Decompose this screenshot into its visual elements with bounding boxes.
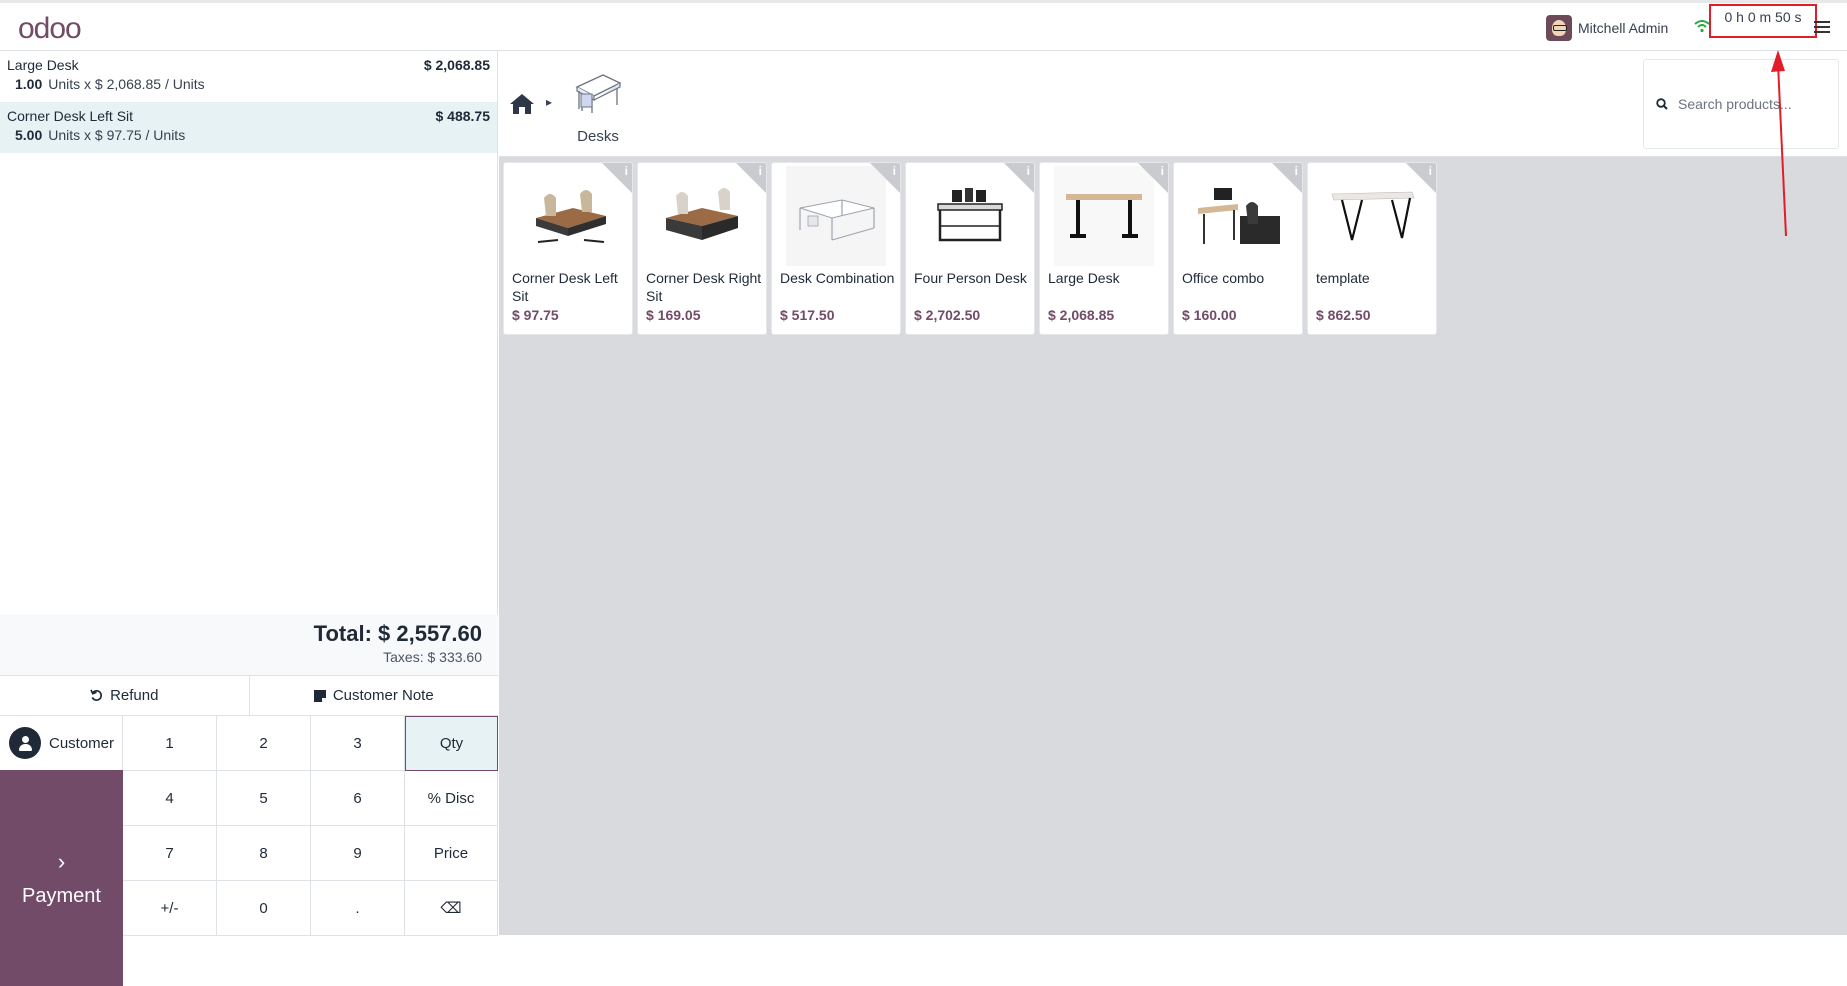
timer-display: 0 h 0 m 50 s [1709,4,1817,38]
product-card[interactable]: i Four Person Desk $ 2,702.50 [905,162,1035,335]
product-card[interactable]: i Office combo $ 160.00 [1173,162,1303,335]
product-price: $ 2,702.50 [914,307,981,323]
product-price: $ 169.05 [646,307,701,323]
products-panel: ▸ Desks Search products... i Corner Desk… [499,51,1847,935]
customer-note-button[interactable]: Customer Note [248,676,498,715]
user-name: Mitchell Admin [1578,20,1669,36]
info-icon[interactable]: i [759,164,762,178]
order-taxes: Taxes: $ 333.60 [383,649,482,665]
product-price: $ 160.00 [1182,307,1237,323]
product-search-box[interactable] [1643,59,1839,149]
info-icon[interactable]: i [625,164,628,178]
info-icon[interactable]: i [1429,164,1432,178]
product-name: Large Desk [1048,270,1120,286]
order-line-qty: 5.00 [15,127,43,143]
numpad-key-8[interactable]: 8 [217,826,311,881]
order-line-detail: Units x $ 97.75 / Units [48,127,186,143]
order-totals: Total: $ 2,557.60 Taxes: $ 333.60 [0,615,498,675]
product-card[interactable]: i Corner Desk Left Sit $ 97.75 [503,162,633,335]
customer-button[interactable]: Customer [0,716,123,770]
refund-label: Refund [110,687,159,704]
product-name: Desk Combination [780,270,895,286]
order-line-info: 1.00 Units x $ 2,068.85 / Units [7,76,490,92]
product-grid: i Corner Desk Left Sit $ 97.75 i Corner … [503,162,1437,335]
order-line-price: $ 2,068.85 [423,57,490,73]
payment-label: Payment [22,884,101,907]
numpad-disc-mode[interactable]: % Disc [405,771,498,826]
numpad-key-3[interactable]: 3 [311,716,405,771]
user-icon [9,727,41,759]
product-price: $ 2,068.85 [1048,307,1115,323]
numpad-key-1[interactable]: 1 [123,716,217,771]
order-total: Total: $ 2,557.60 [313,621,482,646]
numpad-price-mode[interactable]: Price [405,826,498,881]
numpad-area: Customer › Payment 1 2 3 Qty 4 5 6 % Dis… [0,716,498,986]
product-price: $ 97.75 [512,307,559,323]
info-icon[interactable]: i [1027,164,1030,178]
search-input[interactable] [1678,96,1818,112]
breadcrumb-separator-icon: ▸ [546,95,553,109]
product-name: template [1316,270,1370,286]
home-icon[interactable] [509,93,535,115]
order-line-detail: Units x $ 2,068.85 / Units [48,76,205,92]
product-name: Corner Desk Right Sit [646,270,762,304]
order-line-info: 5.00 Units x $ 97.75 / Units [7,127,490,143]
category-bar: ▸ Desks [499,51,1847,157]
category-desks[interactable]: Desks [562,69,634,145]
undo-icon [90,689,103,701]
product-price: $ 862.50 [1316,307,1371,323]
order-panel: Large Desk $ 2,068.85 1.00 Units x $ 2,06… [0,51,498,986]
product-price: $ 517.50 [780,307,835,323]
note-icon [313,689,326,702]
odoo-logo: odoo [18,12,82,45]
numpad-plus-minus[interactable]: +/- [123,881,217,936]
numpad-key-7[interactable]: 7 [123,826,217,881]
wifi-icon[interactable] [1694,19,1710,33]
numpad-key-6[interactable]: 6 [311,771,405,826]
order-line-name: Corner Desk Left Sit [7,108,134,124]
order-line-name: Large Desk [7,57,79,73]
product-name: Corner Desk Left Sit [512,270,618,304]
payment-button[interactable]: › Payment [0,770,123,986]
order-line-qty: 1.00 [15,76,43,92]
refund-button[interactable]: Refund [0,676,249,715]
order-line-price: $ 488.75 [435,108,491,124]
product-card[interactable]: i Corner Desk Right Sit $ 169.05 [637,162,767,335]
search-icon [1656,98,1668,110]
numpad-backspace-icon[interactable]: ⌫ [405,881,498,936]
desk-icon [575,74,622,113]
info-icon[interactable]: i [1295,164,1298,178]
product-card[interactable]: i Large Desk $ 2,068.85 [1039,162,1169,335]
customer-label: Customer [49,734,115,752]
user-menu[interactable]: Mitchell Admin [1546,15,1668,41]
numpad: 1 2 3 Qty 4 5 6 % Disc 7 8 9 Price +/- 0… [123,716,498,986]
order-line-selected[interactable]: Corner Desk Left Sit $ 488.75 5.00 Units … [0,102,497,153]
user-avatar [1546,15,1572,41]
product-name: Office combo [1182,270,1265,286]
order-actions: Refund Customer Note [0,675,498,716]
customer-note-label: Customer Note [332,687,434,704]
numpad-qty-mode[interactable]: Qty [405,716,498,771]
info-icon[interactable]: i [1161,164,1164,178]
chevron-right-icon: › [57,848,66,874]
numpad-decimal[interactable]: . [311,881,405,936]
top-navbar: odoo Mitchell Admin 0 h 0 m 50 s [0,0,1847,51]
product-card[interactable]: i template $ 862.50 [1307,162,1437,335]
numpad-key-0[interactable]: 0 [217,881,311,936]
numpad-key-4[interactable]: 4 [123,771,217,826]
numpad-key-5[interactable]: 5 [217,771,311,826]
product-name: Four Person Desk [914,270,1027,286]
hamburger-menu-icon[interactable] [1814,21,1830,33]
numpad-key-9[interactable]: 9 [311,826,405,881]
category-label: Desks [577,128,619,145]
info-icon[interactable]: i [893,164,896,178]
product-card[interactable]: i Desk Combination $ 517.50 [771,162,901,335]
order-line[interactable]: Large Desk $ 2,068.85 1.00 Units x $ 2,06… [0,51,497,102]
numpad-key-2[interactable]: 2 [217,716,311,771]
